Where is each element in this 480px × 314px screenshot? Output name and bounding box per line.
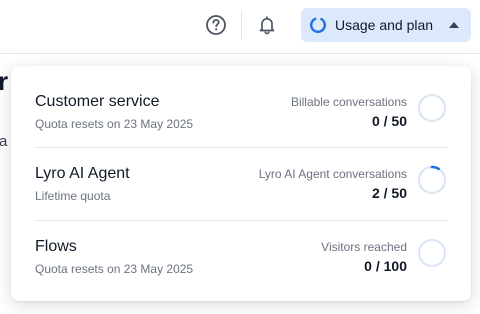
usage-item-lyro-ai-agent: Lyro AI Agent Lifetime quota Lyro AI Age…	[35, 165, 447, 237]
usage-item-value: 0 / 100	[364, 258, 407, 274]
usage-progress-ring	[417, 93, 447, 123]
row-divider	[35, 147, 447, 148]
caret-up-icon	[449, 22, 459, 28]
usage-item-value: 0 / 50	[371, 113, 407, 129]
usage-item-flows: Flows Quota resets on 23 May 2025 Visito…	[35, 238, 447, 310]
usage-item-metric-label: Visitors reached	[321, 240, 407, 254]
usage-progress-ring	[417, 165, 447, 195]
top-bar: Usage and plan	[0, 0, 480, 54]
usage-and-plan-button[interactable]: Usage and plan	[301, 8, 471, 42]
usage-item-subtitle: Quota resets on 23 May 2025	[35, 262, 194, 276]
usage-item-title: Customer service	[35, 93, 160, 110]
usage-progress-ring	[417, 238, 447, 268]
toolbar-divider	[241, 10, 242, 40]
background-heading-fragment: r	[0, 66, 9, 96]
usage-and-plan-label: Usage and plan	[335, 17, 434, 33]
usage-item-customer-service: Customer service Quota resets on 23 May …	[35, 93, 447, 165]
notifications-button[interactable]	[254, 12, 280, 38]
usage-dropdown: Customer service Quota resets on 23 May …	[11, 66, 471, 301]
bell-icon	[259, 16, 275, 35]
usage-item-subtitle: Lifetime quota	[35, 189, 111, 203]
usage-item-title: Lyro AI Agent	[35, 165, 130, 182]
usage-item-value: 2 / 50	[371, 185, 407, 201]
usage-item-metric-label: Lyro AI Agent conversations	[258, 167, 407, 181]
question-circle-icon	[206, 15, 226, 35]
background-text-fragment: a	[0, 133, 8, 150]
usage-item-title: Flows	[35, 238, 77, 255]
help-button[interactable]	[203, 12, 229, 38]
row-divider	[35, 220, 447, 221]
usage-item-metric-label: Billable conversations	[290, 95, 407, 109]
usage-item-subtitle: Quota resets on 23 May 2025	[35, 117, 194, 131]
usage-ring-icon	[309, 16, 327, 34]
